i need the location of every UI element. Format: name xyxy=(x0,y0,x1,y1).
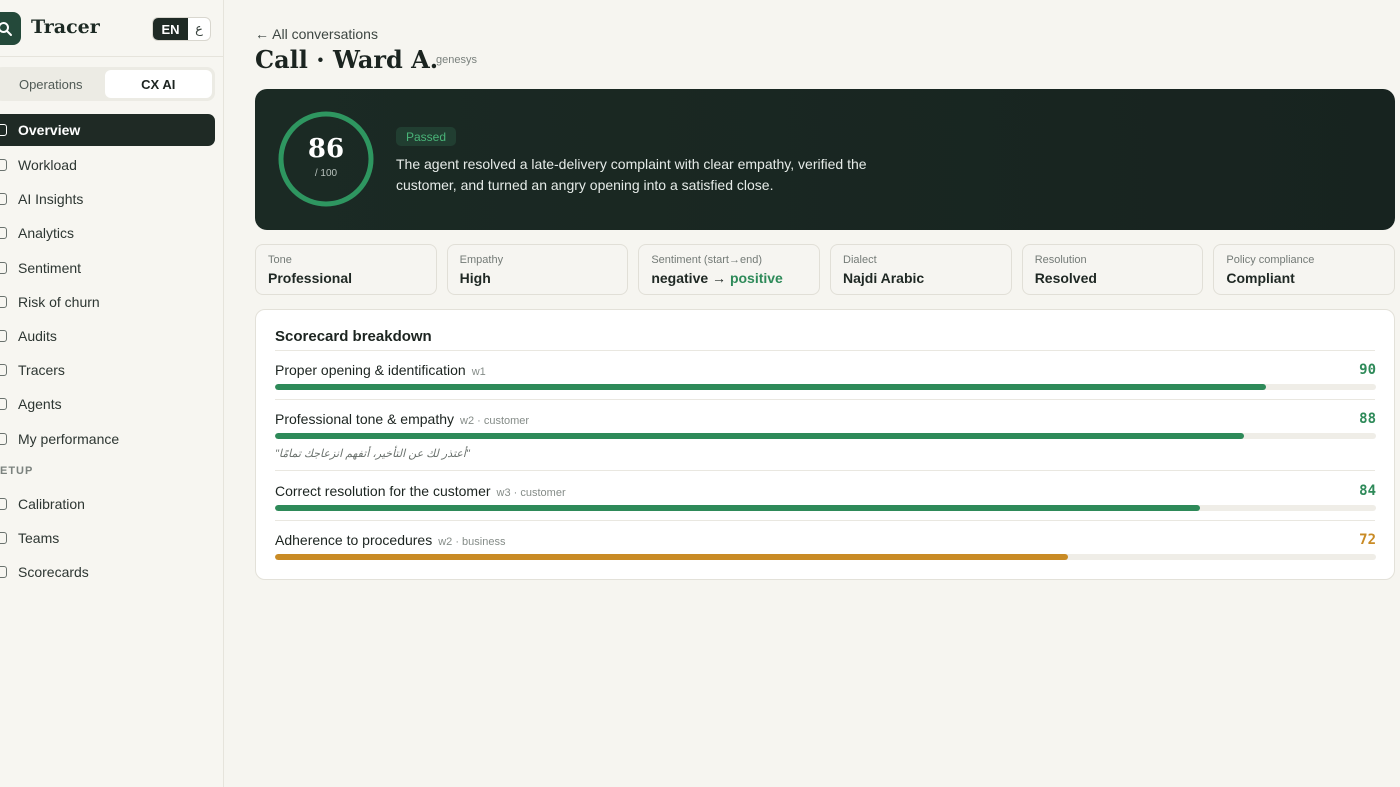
metric-value: Professional xyxy=(268,270,353,286)
sentiment-icon xyxy=(0,261,7,274)
lang-ar-button[interactable]: ع xyxy=(188,18,210,40)
page-title: Call · Ward A. xyxy=(255,45,439,74)
overall-score-max: / 100 xyxy=(314,168,338,179)
criterion-name: Correct resolution for the customer w3 · … xyxy=(275,483,566,499)
search-icon[interactable] xyxy=(0,12,21,45)
scorecard-breakdown: Scorecard breakdown Proper opening & ide… xyxy=(255,309,1395,580)
nav-section-setup: ETUP xyxy=(0,465,34,478)
sidebar-item-analytics[interactable]: Analytics xyxy=(0,216,224,250)
metrics-row: Tone Professional Empathy High Sentiment… xyxy=(255,244,1396,295)
ai-insights-icon xyxy=(0,193,7,206)
calibration-icon xyxy=(0,497,7,510)
metric-policy-compliance: Policy compliance Compliant xyxy=(1213,244,1396,295)
criterion-score: 72 xyxy=(1359,532,1376,548)
criterion-score: 90 xyxy=(1359,362,1376,378)
sidebar-item-my-performance[interactable]: My performance xyxy=(0,422,224,456)
divider xyxy=(275,470,1375,471)
audits-icon xyxy=(0,329,7,342)
sidebar-item-sentiment[interactable]: Sentiment xyxy=(0,251,224,285)
sidebar-item-teams[interactable]: Teams xyxy=(0,521,224,555)
criterion-label: Adherence to procedures xyxy=(275,532,433,548)
metric-label: Resolution xyxy=(1034,254,1087,266)
criterion-label: Correct resolution for the customer xyxy=(275,483,491,499)
criterion-meta: w2 · business xyxy=(438,536,506,548)
workspace-switcher: Operations CX AI xyxy=(0,67,215,101)
scorecard-title: Scorecard breakdown xyxy=(275,328,432,345)
metric-sentiment: Sentiment (start→end) negative → positiv… xyxy=(638,244,821,295)
brand-header: Tracer EN ع xyxy=(0,0,224,57)
sidebar-item-overview[interactable]: Overview xyxy=(0,114,215,146)
sidebar-item-workload[interactable]: Workload xyxy=(0,148,224,182)
risk-icon xyxy=(0,295,7,308)
criterion-name: Professional tone & empathy w2 · customer xyxy=(275,411,529,427)
sidebar-item-risk-of-churn[interactable]: Risk of churn xyxy=(0,285,224,319)
metric-value: Compliant xyxy=(1226,270,1295,286)
arrow-right-icon: → xyxy=(712,270,727,286)
criterion-name: Proper opening & identification w1 xyxy=(275,362,486,378)
tracers-icon xyxy=(0,364,7,377)
lang-en-button[interactable]: EN xyxy=(153,18,188,40)
sidebar-item-scorecards[interactable]: Scorecards xyxy=(0,555,224,589)
score-summary-panel: 86 / 100 Passed The agent resolved a lat… xyxy=(255,89,1395,230)
metric-resolution: Resolution Resolved xyxy=(1021,244,1204,295)
sidebar-item-audits[interactable]: Audits xyxy=(0,319,224,353)
score-bar xyxy=(275,554,1376,560)
score-bar xyxy=(275,433,1376,439)
metric-tone: Tone Professional xyxy=(255,244,437,295)
divider xyxy=(275,520,1375,521)
criterion-meta: w2 · customer xyxy=(460,415,530,427)
tab-operations[interactable]: Operations xyxy=(0,70,105,98)
score-bar-fill xyxy=(275,505,1200,511)
agents-icon xyxy=(0,398,7,411)
evidence-quote: "أعتذر لك عن التأخير، أتفهم انزعاجك تمام… xyxy=(275,448,470,460)
score-bar-fill xyxy=(275,433,1244,439)
source-label: genesys xyxy=(436,54,477,66)
scorecards-icon xyxy=(0,566,7,579)
score-bar-fill xyxy=(275,554,1068,560)
divider xyxy=(275,399,1375,400)
score-bar-fill xyxy=(275,384,1266,390)
sidebar-nav: Overview Workload AI Insights Analytics … xyxy=(0,114,224,589)
sentiment-end: positive xyxy=(729,270,783,286)
teams-icon xyxy=(0,531,7,544)
call-summary: The agent resolved a late-delivery compl… xyxy=(396,156,867,193)
tab-cx-ai[interactable]: CX AI xyxy=(104,70,212,98)
metric-value: Najdi Arabic xyxy=(843,270,925,286)
metric-value: High xyxy=(459,270,491,286)
sidebar-item-ai-insights[interactable]: AI Insights xyxy=(0,182,224,216)
metric-value: Resolved xyxy=(1034,270,1097,286)
metric-label: Sentiment (start→end) xyxy=(651,254,762,266)
sentiment-start: negative xyxy=(651,270,709,286)
language-toggle[interactable]: EN ع xyxy=(152,17,211,41)
criterion-name: Adherence to procedures w2 · business xyxy=(275,532,505,548)
sidebar-item-calibration[interactable]: Calibration xyxy=(0,487,224,521)
score-bar xyxy=(275,384,1376,390)
overall-score: 86 xyxy=(307,134,345,164)
criterion-label: Professional tone & empathy xyxy=(275,411,454,427)
metric-label: Dialect xyxy=(843,254,877,266)
status-badge: Passed xyxy=(396,127,457,146)
metric-dialect: Dialect Najdi Arabic xyxy=(830,244,1012,295)
workload-icon xyxy=(0,159,7,171)
criterion-meta: w1 xyxy=(471,366,486,378)
metric-label: Tone xyxy=(268,254,292,266)
criterion-score: 84 xyxy=(1359,483,1376,499)
sidebar-item-agents[interactable]: Agents xyxy=(0,387,224,421)
brand-name: Tracer xyxy=(31,16,100,38)
performance-icon xyxy=(0,432,7,445)
metric-label: Empathy xyxy=(459,254,504,266)
metric-value: negative → positive xyxy=(651,270,807,286)
criterion-label: Proper opening & identification xyxy=(275,362,466,378)
metric-label: Policy compliance xyxy=(1226,254,1315,266)
score-bar xyxy=(275,505,1376,511)
sidebar-item-tracers[interactable]: Tracers xyxy=(0,353,224,387)
analytics-icon xyxy=(0,227,7,240)
divider xyxy=(275,350,1375,351)
criterion-score: 88 xyxy=(1359,411,1376,427)
overview-icon xyxy=(0,124,7,136)
back-to-conversations-link[interactable]: ← All conversations xyxy=(255,26,378,42)
sidebar: Tracer EN ع Operations CX AI Overview Wo… xyxy=(0,0,224,787)
metric-empathy: Empathy High xyxy=(446,244,629,295)
criterion-meta: w3 · customer xyxy=(496,487,566,499)
